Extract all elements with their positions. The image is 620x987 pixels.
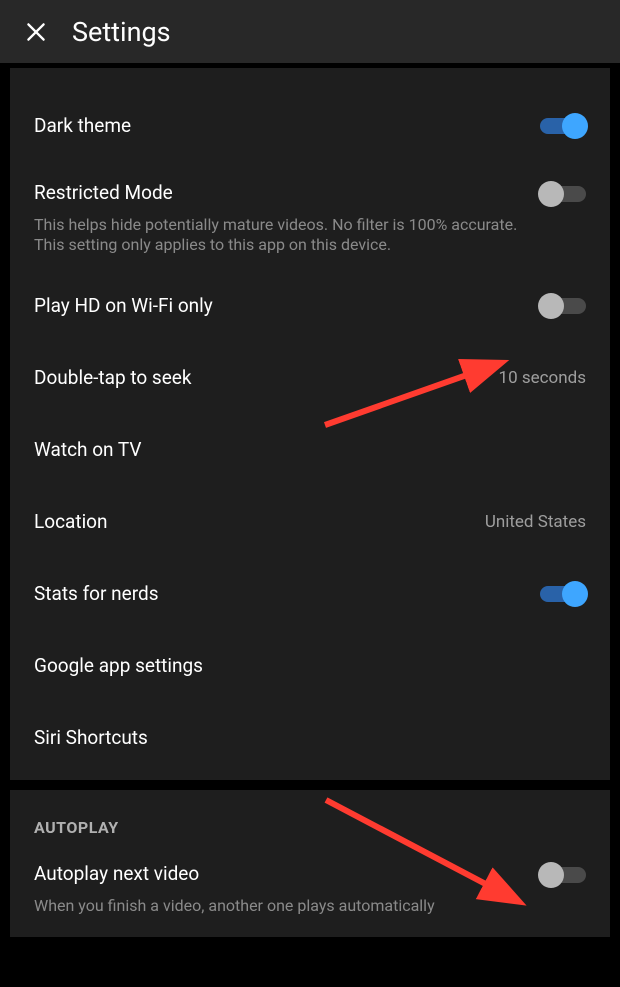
label-restricted-mode: Restricted Mode <box>34 180 524 207</box>
row-google-app-settings[interactable]: Google app settings <box>10 630 610 702</box>
label-stats-for-nerds: Stats for nerds <box>34 581 524 608</box>
row-stats-for-nerds[interactable]: Stats for nerds <box>10 558 610 630</box>
row-restricted-mode[interactable]: Restricted Mode This helps hide potentia… <box>10 162 610 270</box>
section-general: Dark theme Restricted Mode This helps hi… <box>10 68 610 780</box>
row-location[interactable]: Location United States <box>10 486 610 558</box>
section-autoplay: AUTOPLAY Autoplay next video When you fi… <box>10 790 610 936</box>
row-dark-theme[interactable]: Dark theme <box>10 90 610 162</box>
label-play-hd-wifi: Play HD on Wi-Fi only <box>34 293 524 320</box>
label-autoplay-next-video: Autoplay next video <box>34 861 524 888</box>
close-button[interactable] <box>16 12 56 52</box>
label-google-app-settings: Google app settings <box>34 653 586 680</box>
label-watch-on-tv: Watch on TV <box>34 437 586 464</box>
desc-autoplay-next-video: When you finish a video, another one pla… <box>34 896 524 917</box>
row-play-hd-wifi[interactable]: Play HD on Wi-Fi only <box>10 270 610 342</box>
row-siri-shortcuts[interactable]: Siri Shortcuts <box>10 702 610 774</box>
desc-restricted-mode: This helps hide potentially mature video… <box>34 215 524 257</box>
settings-scroll: Dark theme Restricted Mode This helps hi… <box>0 68 620 937</box>
value-double-tap-seek: 10 seconds <box>499 368 586 388</box>
section-title-autoplay: AUTOPLAY <box>10 790 610 843</box>
row-double-tap-seek[interactable]: Double-tap to seek 10 seconds <box>10 342 610 414</box>
label-double-tap-seek: Double-tap to seek <box>34 365 487 392</box>
toggle-dark-theme[interactable] <box>540 112 586 140</box>
label-siri-shortcuts: Siri Shortcuts <box>34 725 586 752</box>
toggle-play-hd-wifi[interactable] <box>540 292 586 320</box>
label-dark-theme: Dark theme <box>34 113 524 140</box>
label-location: Location <box>34 509 473 536</box>
value-location: United States <box>485 512 586 532</box>
close-icon <box>23 19 49 45</box>
toggle-restricted-mode[interactable] <box>540 180 586 208</box>
toggle-stats-for-nerds[interactable] <box>540 580 586 608</box>
toggle-autoplay-next-video[interactable] <box>540 861 586 889</box>
header-bar: Settings <box>0 0 620 68</box>
row-watch-on-tv[interactable]: Watch on TV <box>10 414 610 486</box>
row-autoplay-next-video[interactable]: Autoplay next video When you finish a vi… <box>10 843 610 930</box>
page-title: Settings <box>72 16 171 48</box>
